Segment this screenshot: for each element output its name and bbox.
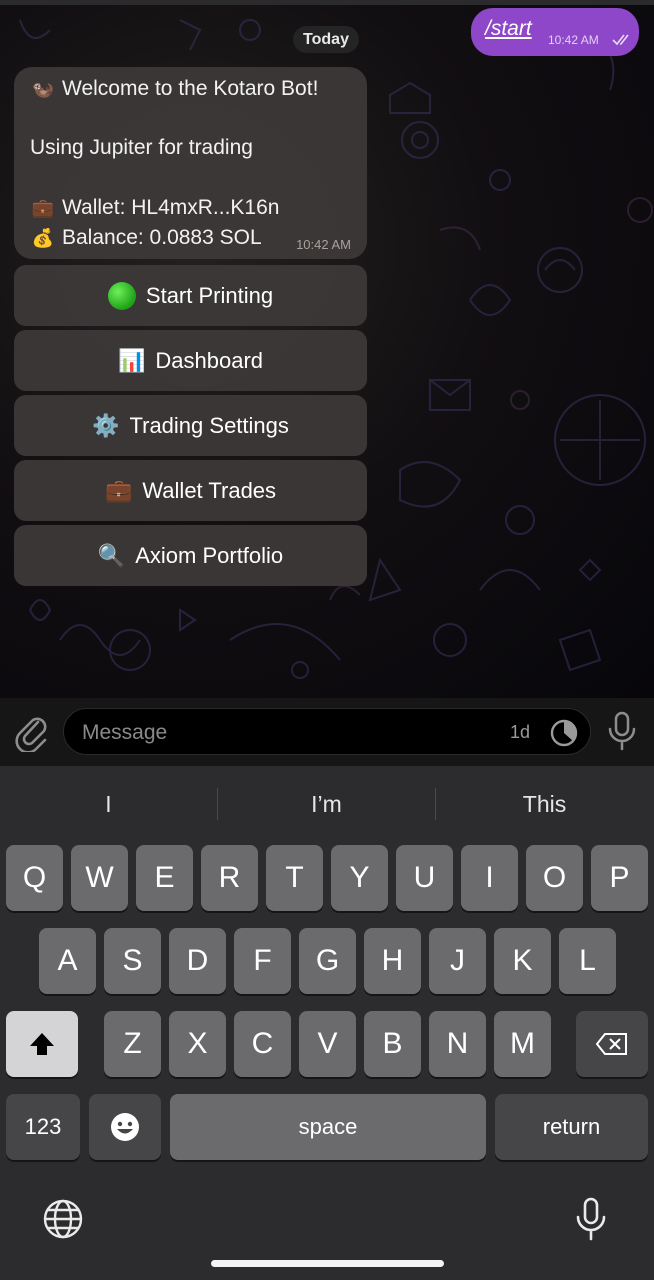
shift-key[interactable] bbox=[6, 1011, 78, 1077]
space-key[interactable]: space bbox=[170, 1094, 486, 1160]
message-input[interactable]: Message 1d bbox=[63, 708, 591, 755]
balance-line: 💰 Balance: 0.0883 SOL bbox=[30, 226, 262, 250]
axiom-portfolio-label: Axiom Portfolio bbox=[135, 542, 284, 568]
home-indicator[interactable] bbox=[211, 1260, 444, 1267]
wallet-trades-button[interactable]: 💼 Wallet Trades bbox=[14, 460, 367, 521]
chat-area: Today /start 10:42 AM 🦦 Welcome to the Ko… bbox=[0, 0, 654, 698]
otter-emoji-icon: 🦦 bbox=[31, 79, 55, 99]
key-c[interactable]: C bbox=[234, 1011, 291, 1077]
suggestion-1[interactable]: I bbox=[0, 782, 217, 826]
key-v[interactable]: V bbox=[299, 1011, 356, 1077]
suggestion-3[interactable]: This bbox=[436, 782, 653, 826]
ios-keyboard: I I’m This Q W E R T Y U I O P A S D F G… bbox=[0, 766, 654, 1280]
shift-arrow-icon bbox=[30, 1033, 54, 1055]
message-placeholder: Message bbox=[82, 721, 168, 744]
outgoing-message-bubble[interactable]: /start 10:42 AM bbox=[471, 8, 639, 56]
key-x[interactable]: X bbox=[169, 1011, 226, 1077]
start-printing-label: Start Printing bbox=[145, 282, 274, 308]
key-q[interactable]: Q bbox=[6, 845, 63, 911]
key-l[interactable]: L bbox=[559, 928, 616, 994]
wallet-trades-label: Wallet Trades bbox=[142, 477, 277, 503]
trading-settings-label: Trading Settings bbox=[129, 412, 289, 438]
key-m[interactable]: M bbox=[494, 1011, 551, 1077]
incoming-message-time: 10:42 AM bbox=[296, 237, 351, 252]
backspace-icon bbox=[595, 1033, 627, 1055]
trading-settings-button[interactable]: ⚙️ Trading Settings bbox=[14, 395, 367, 456]
gear-icon: ⚙️ bbox=[92, 412, 120, 438]
briefcase-emoji-icon: 💼 bbox=[31, 198, 55, 218]
suggestion-2[interactable]: I’m bbox=[218, 782, 435, 826]
key-z[interactable]: Z bbox=[104, 1011, 161, 1077]
delete-key[interactable] bbox=[576, 1011, 648, 1077]
magnifier-icon: 🔍 bbox=[97, 542, 126, 568]
key-s[interactable]: S bbox=[104, 928, 161, 994]
dashboard-label: Dashboard bbox=[155, 347, 264, 373]
briefcase-icon: 💼 bbox=[104, 477, 133, 503]
microphone-icon[interactable] bbox=[606, 710, 638, 752]
key-t[interactable]: T bbox=[266, 845, 323, 911]
key-e[interactable]: E bbox=[136, 845, 193, 911]
return-key[interactable]: return bbox=[495, 1094, 648, 1160]
key-a[interactable]: A bbox=[39, 928, 96, 994]
message-composer: Message 1d bbox=[0, 698, 654, 766]
start-printing-button[interactable]: Start Printing bbox=[14, 265, 367, 326]
key-p[interactable]: P bbox=[591, 845, 648, 911]
welcome-text: Welcome to the Kotaro Bot! bbox=[62, 77, 319, 100]
outgoing-command-text[interactable]: /start bbox=[485, 17, 532, 41]
welcome-line: 🦦 Welcome to the Kotaro Bot! bbox=[30, 77, 319, 101]
key-b[interactable]: B bbox=[364, 1011, 421, 1077]
emoji-face-icon bbox=[111, 1113, 139, 1141]
key-u[interactable]: U bbox=[396, 845, 453, 911]
key-h[interactable]: H bbox=[364, 928, 421, 994]
key-o[interactable]: O bbox=[526, 845, 583, 911]
money-bag-emoji-icon: 💰 bbox=[31, 228, 55, 248]
wallet-line: 💼 Wallet: HL4mxR...K16n bbox=[30, 196, 280, 220]
key-f[interactable]: F bbox=[234, 928, 291, 994]
key-i[interactable]: I bbox=[461, 845, 518, 911]
wallet-text: Wallet: HL4mxR...K16n bbox=[62, 196, 280, 219]
predictive-bar: I I’m This bbox=[0, 782, 654, 826]
key-r[interactable]: R bbox=[201, 845, 258, 911]
timer-clock-icon[interactable] bbox=[548, 717, 580, 749]
status-bar-edge bbox=[0, 0, 654, 5]
bar-chart-icon: 📊 bbox=[117, 347, 146, 373]
date-separator: Today bbox=[293, 26, 359, 53]
key-w[interactable]: W bbox=[71, 845, 128, 911]
outgoing-message-time: 10:42 AM bbox=[548, 33, 599, 47]
incoming-message-bubble: 🦦 Welcome to the Kotaro Bot! Using Jupite… bbox=[14, 67, 367, 259]
axiom-portfolio-button[interactable]: 🔍 Axiom Portfolio bbox=[14, 525, 367, 586]
globe-icon[interactable] bbox=[42, 1198, 84, 1240]
dictation-mic-icon[interactable] bbox=[574, 1196, 608, 1242]
key-k[interactable]: K bbox=[494, 928, 551, 994]
key-d[interactable]: D bbox=[169, 928, 226, 994]
numbers-key[interactable]: 123 bbox=[6, 1094, 80, 1160]
key-y[interactable]: Y bbox=[331, 845, 388, 911]
key-n[interactable]: N bbox=[429, 1011, 486, 1077]
dashboard-button[interactable]: 📊 Dashboard bbox=[14, 330, 367, 391]
balance-text: Balance: 0.0883 SOL bbox=[62, 226, 262, 249]
double-check-icon bbox=[612, 34, 629, 46]
key-g[interactable]: G bbox=[299, 928, 356, 994]
key-j[interactable]: J bbox=[429, 928, 486, 994]
auto-delete-timer-label[interactable]: 1d bbox=[510, 722, 530, 743]
paperclip-icon[interactable] bbox=[14, 712, 50, 752]
green-circle-icon bbox=[107, 281, 136, 310]
jupiter-line: Using Jupiter for trading bbox=[30, 136, 253, 159]
emoji-key[interactable] bbox=[89, 1094, 161, 1160]
